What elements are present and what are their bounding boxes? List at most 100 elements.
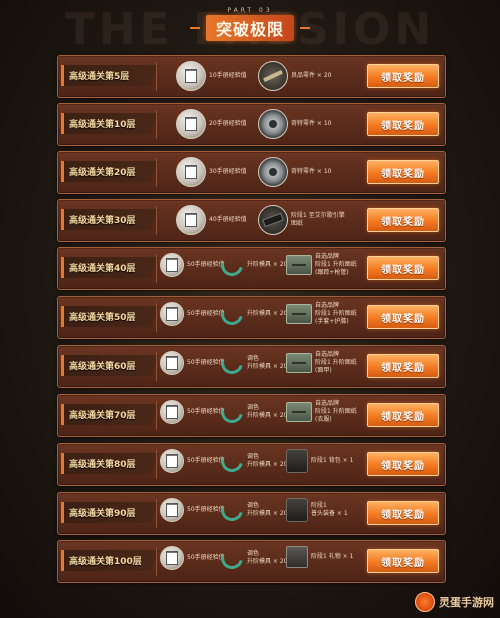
reward-row: 高级通关第90层 50手册经验值 调色 升阶模具 × 20 阶段1 普头装备 × 1 领… xyxy=(57,492,446,535)
header-left-wing xyxy=(189,27,200,29)
claim-reward-button[interactable]: 领取奖励 xyxy=(367,208,439,232)
reward-extra-slot: 阶段1 背包 × 1 xyxy=(286,449,353,473)
claim-reward-button[interactable]: 领取奖励 xyxy=(367,354,439,378)
crate-icon xyxy=(286,353,312,373)
reward-item-slot: 调色 升阶模具 × 20 xyxy=(220,546,287,570)
claim-reward-button[interactable]: 领取奖励 xyxy=(367,256,439,280)
reward-exp-slot: 30手册经验值 xyxy=(176,157,247,187)
reward-exp-text: 10手册经验值 xyxy=(209,72,247,79)
hook-icon xyxy=(220,449,244,473)
reward-item-slot: 阶段1 至艾尔歌引擎 图纸 xyxy=(258,205,345,235)
reward-item-text: 奇特零件 × 10 xyxy=(291,168,332,175)
reward-item-text: 奇特零件 × 10 xyxy=(291,120,332,127)
crate-icon xyxy=(286,402,312,422)
reward-row: 高级通关第50层 50手册经验值 升阶模具 × 20 自选品牌 阶段1 升阶图纸 (手… xyxy=(57,296,446,339)
row-divider xyxy=(156,547,157,576)
header-right-wing xyxy=(300,27,310,29)
reward-item-slot: 奇特零件 × 10 xyxy=(258,109,331,139)
figure-icon xyxy=(286,498,308,522)
reward-extra-text: 自选品牌 阶段1 升阶图纸 (手套+护膝) xyxy=(315,302,357,325)
watermark-text: 灵蛋手游网 xyxy=(439,596,494,609)
manual-doc-icon xyxy=(160,400,184,424)
manual-doc-icon xyxy=(160,498,184,522)
reward-exp-slot: 50手册经验值 xyxy=(160,546,225,570)
row-level-label: 高级通关第40层 xyxy=(61,257,159,278)
reward-item-text: 调色 升阶模具 × 20 xyxy=(247,502,288,517)
claim-reward-button[interactable]: 领取奖励 xyxy=(367,64,439,88)
reward-item-text: 调色 升阶模具 × 20 xyxy=(247,550,288,565)
reward-exp-text: 50手册经验值 xyxy=(187,554,225,561)
hook-icon xyxy=(220,546,244,570)
reward-extra-text: 自选品牌 阶段1 升阶图纸 (跟踪+枪管) xyxy=(315,253,357,276)
reward-exp-text: 50手册经验值 xyxy=(187,310,225,317)
row-level-label: 高级通关第70层 xyxy=(61,404,159,425)
row-divider xyxy=(156,450,157,479)
reward-item-text: 升阶模具 × 20 xyxy=(247,310,288,317)
header-subtitle: PART 03 xyxy=(227,7,273,14)
reward-extra-text: 自选品牌 阶段1 升阶图纸 (面甲) xyxy=(315,351,357,374)
watermark: 灵蛋手游网 xyxy=(415,592,494,612)
header-title-wrap: 突破极限 xyxy=(189,15,310,41)
hook-icon xyxy=(220,498,244,522)
reward-row: 高级通关第10层 20手册经验值 奇特零件 × 10 领取奖励 xyxy=(57,103,446,146)
reward-item-slot: 调色 升阶模具 × 20 xyxy=(220,400,287,424)
claim-reward-button[interactable]: 领取奖励 xyxy=(367,452,439,476)
row-level-label: 高级通关第50层 xyxy=(61,306,159,327)
reward-row: 高级通关第30层 40手册经验值 阶段1 至艾尔歌引擎 图纸 领取奖励 xyxy=(57,199,446,242)
row-divider xyxy=(156,62,157,91)
reward-row: 高级通关第70层 50手册经验值 调色 升阶模具 × 20 自选品牌 阶段1 升阶图纸… xyxy=(57,394,446,437)
manual-doc-icon xyxy=(176,157,206,187)
reward-item-text: 阶段1 至艾尔歌引擎 图纸 xyxy=(291,212,345,227)
reward-row: 高级通关第40层 50手册经验值 升阶模具 × 20 自选品牌 阶段1 升阶图纸 (跟… xyxy=(57,247,446,290)
claim-reward-button[interactable]: 领取奖励 xyxy=(367,112,439,136)
reward-exp-text: 50手册经验值 xyxy=(187,506,225,513)
manual-doc-icon xyxy=(176,61,206,91)
row-level-label: 高级通关第20层 xyxy=(61,161,159,182)
reward-exp-slot: 50手册经验值 xyxy=(160,400,225,424)
claim-reward-button[interactable]: 领取奖励 xyxy=(367,549,439,573)
manual-doc-icon xyxy=(160,546,184,570)
page-title: 突破极限 xyxy=(205,15,294,41)
reward-extra-text: 自选品牌 阶段1 升阶图纸 (衣服) xyxy=(315,400,357,423)
box-icon xyxy=(286,546,308,568)
row-level-label: 高级通关第30层 xyxy=(61,209,159,230)
reward-item-text: 调色 升阶模具 × 20 xyxy=(247,404,288,419)
reward-exp-text: 50手册经验值 xyxy=(187,408,225,415)
reward-item-slot: 良品零件 × 20 xyxy=(258,61,331,91)
claim-reward-button[interactable]: 领取奖励 xyxy=(367,501,439,525)
claim-reward-button[interactable]: 领取奖励 xyxy=(367,403,439,427)
reward-exp-slot: 50手册经验值 xyxy=(160,253,225,277)
manual-doc-icon xyxy=(160,253,184,277)
crate-icon xyxy=(286,255,312,275)
reward-item-text: 良品零件 × 20 xyxy=(291,72,332,79)
row-level-label: 高级通关第5层 xyxy=(61,65,159,86)
row-divider xyxy=(156,303,157,332)
claim-reward-button[interactable]: 领取奖励 xyxy=(367,160,439,184)
reward-exp-text: 50手册经验值 xyxy=(187,457,225,464)
reward-exp-slot: 10手册经验值 xyxy=(176,61,247,91)
row-level-label: 高级通关第90层 xyxy=(61,502,159,523)
manual-doc-icon xyxy=(160,449,184,473)
reward-row: 高级通关第20层 30手册经验值 奇特零件 × 10 领取奖励 xyxy=(57,151,446,194)
manual-doc-icon xyxy=(176,109,206,139)
figure-icon xyxy=(286,449,308,473)
reward-exp-text: 40手册经验值 xyxy=(209,216,247,223)
reward-exp-slot: 50手册经验值 xyxy=(160,302,225,326)
reward-exp-text: 30手册经验值 xyxy=(209,168,247,175)
hook-icon xyxy=(220,302,244,326)
page-header: PART 03 突破极限 xyxy=(0,2,500,46)
reward-item-text: 调色 升阶模具 × 20 xyxy=(247,453,288,468)
claim-reward-button[interactable]: 领取奖励 xyxy=(367,305,439,329)
row-divider xyxy=(156,401,157,430)
reward-extra-slot: 阶段1 普头装备 × 1 xyxy=(286,498,348,522)
reward-exp-slot: 50手册经验值 xyxy=(160,351,225,375)
reward-row: 高级通关第80层 50手册经验值 调色 升阶模具 × 20 阶段1 背包 × 1 领取奖… xyxy=(57,443,446,486)
reward-row: 高级通关第100层 50手册经验值 调色 升阶模具 × 20 阶段1 礼物 × 1 领取… xyxy=(57,540,446,583)
reward-extra-text: 阶段1 礼物 × 1 xyxy=(311,553,354,560)
row-level-label: 高级通关第10层 xyxy=(61,113,159,134)
rifle-icon xyxy=(258,61,288,91)
row-divider xyxy=(156,499,157,528)
gear-icon xyxy=(258,109,288,139)
reward-item-slot: 调色 升阶模具 × 20 xyxy=(220,498,287,522)
reward-exp-slot: 40手册经验值 xyxy=(176,205,247,235)
